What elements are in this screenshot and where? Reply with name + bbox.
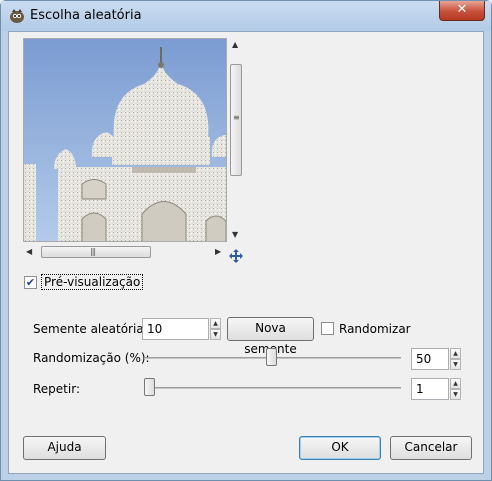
cancel-button[interactable]: Cancelar xyxy=(390,436,472,460)
scroll-right-icon[interactable]: ▶ xyxy=(215,247,221,256)
title-bar[interactable]: Escolha aleatória ✕ xyxy=(1,1,491,31)
close-icon: ✕ xyxy=(456,2,468,17)
randomization-slider-thumb[interactable] xyxy=(266,348,277,366)
preview-vertical-scrollbar[interactable]: ▲ ≡ ▼ xyxy=(228,38,244,242)
repeat-spinner[interactable]: ▲ ▼ xyxy=(450,378,461,400)
gimp-app-icon xyxy=(10,9,24,23)
repeat-input[interactable]: 1 xyxy=(411,378,449,400)
repeat-label: Repetir: xyxy=(33,382,80,396)
grip-icon: ≡ xyxy=(233,113,240,122)
seed-input[interactable]: 10 xyxy=(142,318,209,340)
vertical-scroll-thumb[interactable]: ≡ xyxy=(230,64,242,176)
scroll-left-icon[interactable]: ◀ xyxy=(26,247,32,256)
spin-up-icon[interactable]: ▲ xyxy=(210,318,221,329)
close-button[interactable]: ✕ xyxy=(439,1,485,21)
dialog-body: ▲ ≡ ▼ ◀ ||| ▶ ✔ Pré-visualização Semente… xyxy=(8,31,484,474)
randomization-spinner[interactable]: ▲ ▼ xyxy=(450,348,461,370)
horizontal-scroll-thumb[interactable]: ||| xyxy=(41,246,151,258)
spin-down-icon[interactable]: ▼ xyxy=(450,389,461,400)
preview-checkbox-label[interactable]: Pré-visualização xyxy=(41,274,144,290)
repeat-slider[interactable] xyxy=(144,387,401,389)
scroll-down-icon[interactable]: ▼ xyxy=(232,230,238,239)
ok-button[interactable]: OK xyxy=(299,436,381,460)
move-icon[interactable] xyxy=(229,249,243,263)
spin-up-icon[interactable]: ▲ xyxy=(450,378,461,389)
dialog-window: Escolha aleatória ✕ ▲ ≡ ▼ ◀ ||| ▶ ✔ Pré-… xyxy=(0,0,492,481)
repeat-slider-thumb[interactable] xyxy=(144,378,155,396)
scroll-up-icon[interactable]: ▲ xyxy=(232,40,238,49)
spin-up-icon[interactable]: ▲ xyxy=(450,348,461,359)
spin-down-icon[interactable]: ▼ xyxy=(210,329,221,340)
preview-checkbox[interactable]: ✔ xyxy=(24,276,37,289)
randomization-label: Randomização (%): xyxy=(33,351,150,365)
preview-image xyxy=(24,39,226,241)
preview-horizontal-scrollbar[interactable]: ◀ ||| ▶ xyxy=(23,245,227,259)
preview-area[interactable] xyxy=(23,38,227,242)
seed-label: Semente aleatória: xyxy=(33,322,148,336)
randomization-input[interactable]: 50 xyxy=(411,348,449,370)
spin-down-icon[interactable]: ▼ xyxy=(450,359,461,370)
seed-spinner[interactable]: ▲ ▼ xyxy=(210,318,221,340)
randomize-label[interactable]: Randomizar xyxy=(339,322,411,336)
help-button[interactable]: Ajuda xyxy=(23,436,106,460)
grip-icon: ||| xyxy=(90,247,96,256)
randomize-checkbox[interactable] xyxy=(321,322,334,335)
window-title: Escolha aleatória xyxy=(30,8,142,23)
new-seed-button[interactable]: Nova semente xyxy=(227,317,314,356)
